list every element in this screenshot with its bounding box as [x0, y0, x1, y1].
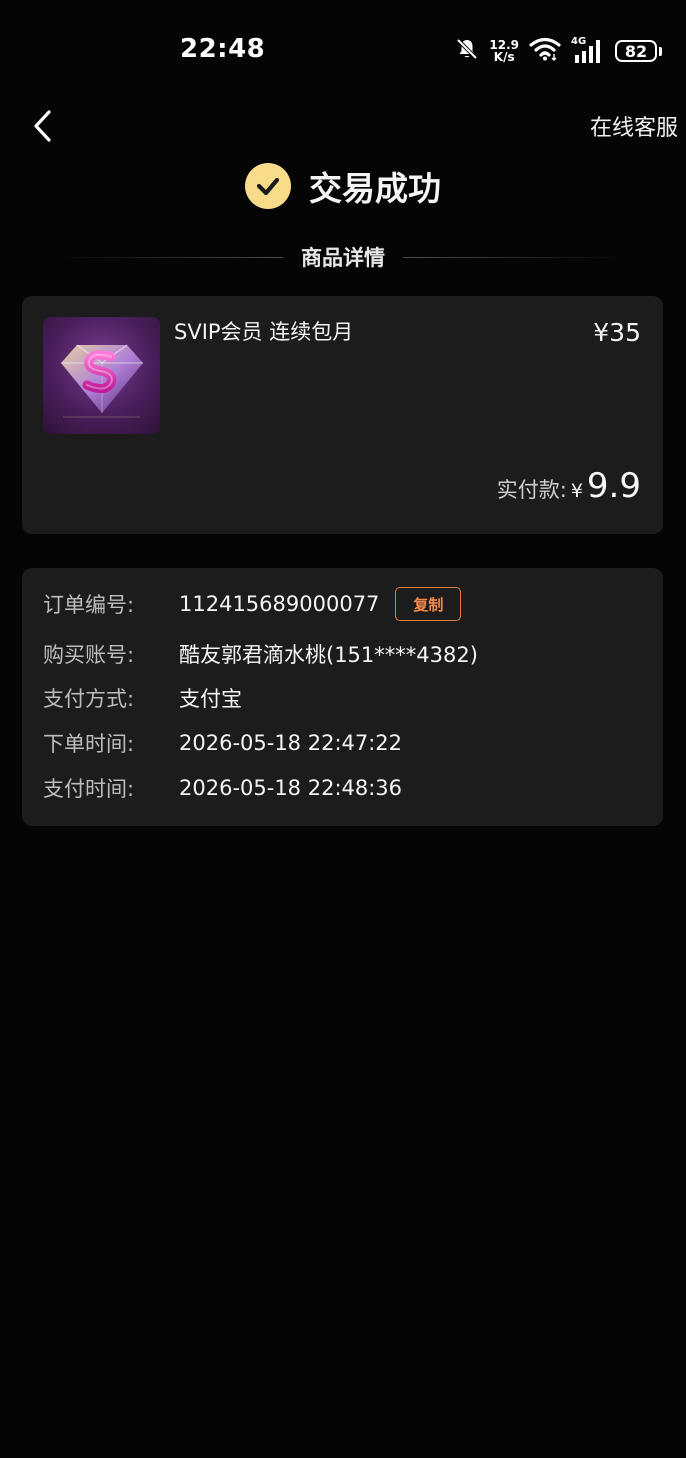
payment-time-value: 2026-05-18 22:48:36 — [179, 776, 403, 800]
paid-amount: 9.9 — [586, 466, 641, 506]
transaction-status: 交易成功 — [0, 162, 686, 210]
order-time-label: 下单时间: — [43, 732, 135, 756]
product-thumbnail — [43, 317, 160, 434]
paid-amount-row: 实付款: ¥ 9.9 — [497, 466, 641, 506]
battery-icon: 82 — [615, 40, 662, 62]
order-info-card: 订单编号: 112415689000077 复制 购买账号: 酷友郭君滴水桃(1… — [22, 568, 663, 826]
battery-level: 82 — [615, 40, 657, 62]
account-label: 购买账号: — [43, 643, 135, 667]
product-price: ¥35 — [593, 318, 641, 347]
product-card: SVIP会员 连续包月 ¥35 实付款: ¥ 9.9 — [22, 296, 663, 534]
check-circle-icon — [245, 163, 291, 209]
payment-time-label: 支付时间: — [43, 777, 135, 801]
status-icons: 12.9 K/s 4G 82 — [455, 34, 662, 68]
paid-label: 实付款: — [496, 478, 567, 502]
wifi-icon — [529, 37, 561, 65]
paid-currency: ¥ — [570, 480, 583, 502]
status-time: 22:48 — [180, 34, 266, 64]
copy-button[interactable]: 复制 — [395, 587, 462, 621]
online-service-link[interactable]: 在线客服 — [590, 110, 678, 142]
divider-left — [60, 256, 283, 258]
product-name: SVIP会员 连续包月 — [174, 320, 354, 344]
status-bar: 22:48 12.9 K/s 4G 82 — [0, 0, 686, 100]
section-title: 商品详情 — [301, 246, 385, 270]
bell-off-icon — [455, 37, 479, 65]
payment-time-row: 支付时间: 2026-05-18 22:48:36 — [43, 772, 402, 804]
order-number-row: 订单编号: 112415689000077 复制 — [43, 587, 462, 621]
cellular-signal-icon: 4G — [571, 36, 605, 64]
order-number-label: 订单编号: — [43, 593, 135, 617]
order-number-value: 112415689000077 — [179, 592, 380, 616]
payment-method-value: 支付宝 — [179, 687, 242, 711]
account-value: 酷友郭君滴水桃(151****4382) — [179, 643, 478, 667]
svip-diamond-icon — [61, 344, 143, 418]
divider-right — [403, 256, 626, 258]
account-row: 购买账号: 酷友郭君滴水桃(151****4382) — [43, 638, 478, 670]
order-time-value: 2026-05-18 22:47:22 — [179, 731, 403, 755]
network-speed: 12.9 K/s — [489, 38, 519, 64]
back-button[interactable] — [26, 106, 66, 146]
section-header: 商品详情 — [60, 242, 626, 272]
page-title: 交易成功 — [309, 169, 441, 208]
payment-method-label: 支付方式: — [43, 687, 135, 711]
chevron-left-icon — [34, 110, 51, 142]
payment-method-row: 支付方式: 支付宝 — [43, 682, 242, 714]
order-time-row: 下单时间: 2026-05-18 22:47:22 — [43, 727, 402, 759]
